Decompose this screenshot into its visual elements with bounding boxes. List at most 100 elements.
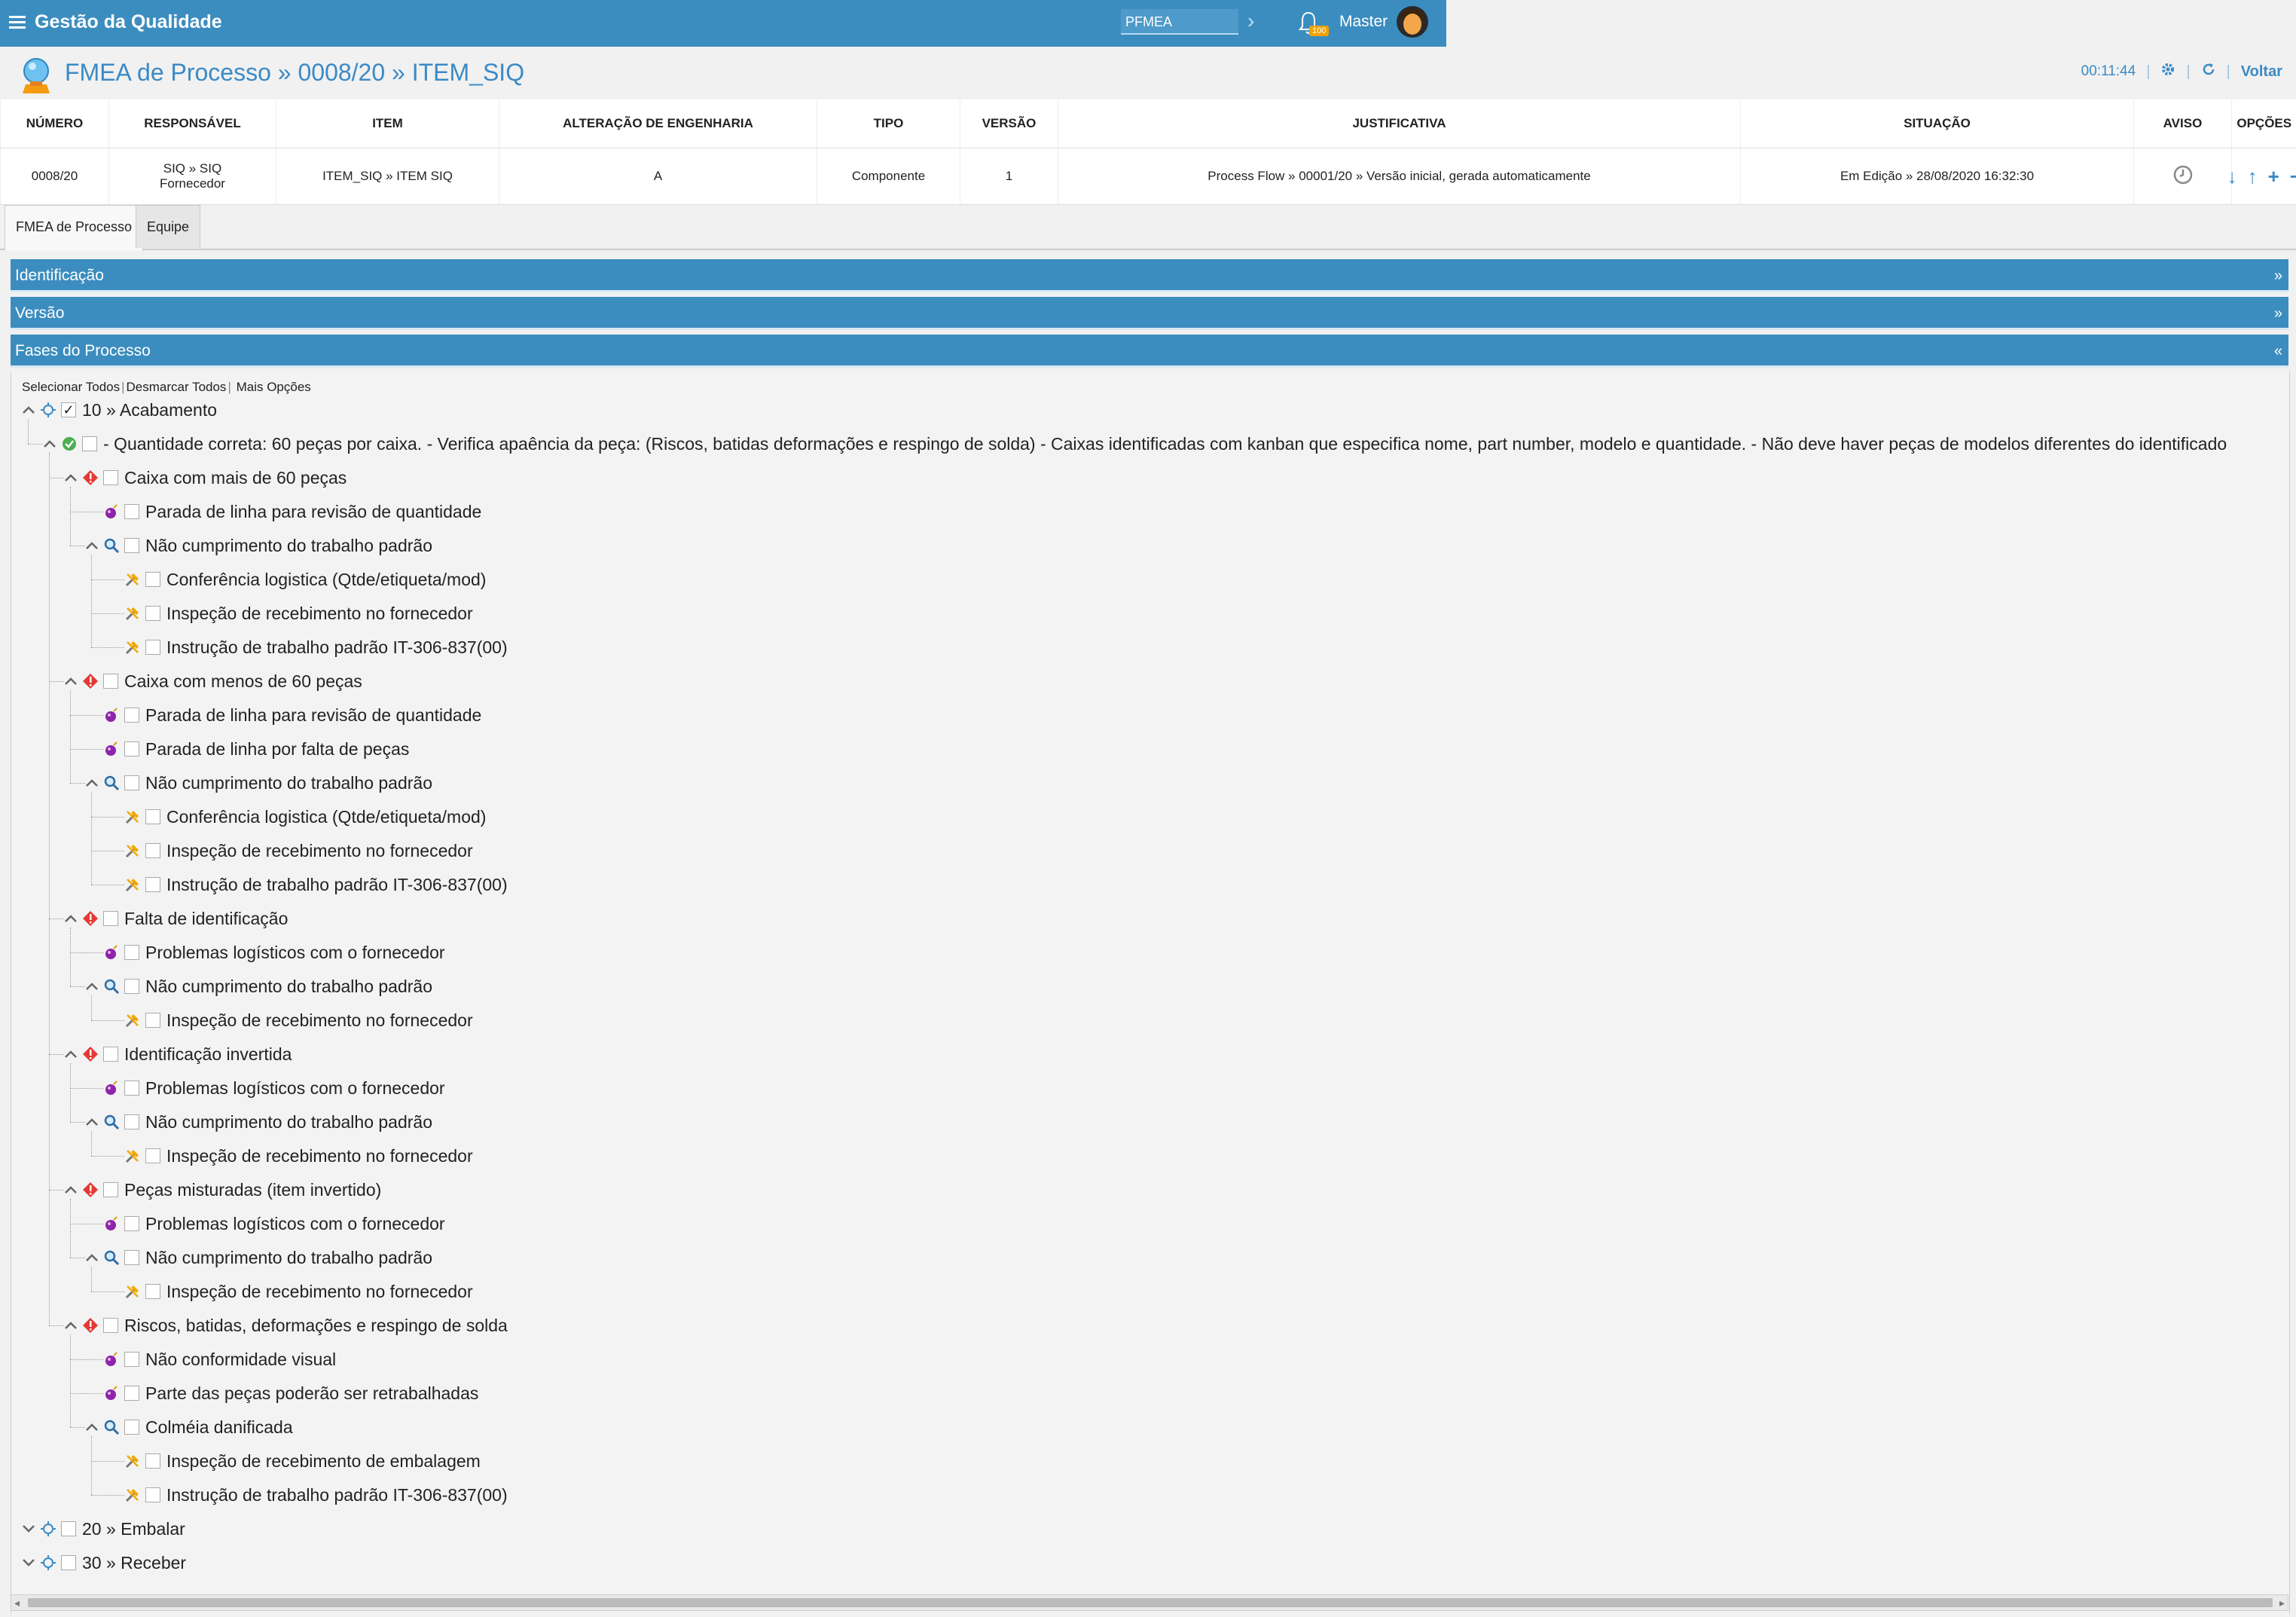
- tree-node-effect[interactable]: Parada de linha por falta de peças: [103, 732, 409, 766]
- tree-node-control[interactable]: Conferência logistica (Qtde/etiqueta/mod…: [124, 800, 486, 833]
- node-checkbox[interactable]: [103, 911, 118, 926]
- node-checkbox[interactable]: [124, 1114, 139, 1129]
- node-checkbox[interactable]: [103, 470, 118, 485]
- deselect-all-link[interactable]: Desmarcar Todos: [127, 380, 227, 394]
- panel-fases-header[interactable]: Fases do Processo «: [11, 335, 2288, 368]
- node-checkbox[interactable]: ✓: [61, 402, 76, 417]
- node-checkbox[interactable]: [145, 1013, 160, 1028]
- node-checkbox[interactable]: [145, 640, 160, 655]
- expand-toggle-icon[interactable]: [22, 1522, 35, 1536]
- tab-fmea-processo[interactable]: FMEA de Processo: [5, 205, 144, 251]
- tree-node-control[interactable]: Inspeção de recebimento no fornecedor: [124, 597, 473, 630]
- node-checkbox[interactable]: [124, 504, 139, 519]
- tree-node-failure[interactable]: Caixa com menos de 60 peças: [64, 665, 362, 698]
- scrollbar-thumb[interactable]: [28, 1598, 2273, 1607]
- back-link[interactable]: Voltar: [2241, 63, 2282, 81]
- node-checkbox[interactable]: [124, 1216, 139, 1231]
- collapse-toggle-icon[interactable]: [85, 980, 99, 993]
- module-input[interactable]: PFMEA: [1121, 9, 1238, 35]
- node-checkbox[interactable]: [124, 1386, 139, 1401]
- tree-node-cause[interactable]: Não cumprimento do trabalho padrão: [85, 970, 432, 1003]
- node-checkbox[interactable]: [145, 606, 160, 621]
- expand-chevron-icon[interactable]: »: [2274, 259, 2282, 292]
- module-go-chevron-icon[interactable]: ›: [1247, 9, 1254, 33]
- tree-node-phase[interactable]: 30 » Receber: [22, 1546, 186, 1579]
- node-checkbox[interactable]: [124, 538, 139, 553]
- arrow-up-icon[interactable]: ↑: [2248, 165, 2258, 188]
- avatar[interactable]: [1397, 6, 1428, 38]
- node-checkbox[interactable]: [145, 1487, 160, 1502]
- tree-node-effect[interactable]: Parada de linha para revisão de quantida…: [103, 698, 481, 732]
- tree-node-control[interactable]: Instrução de trabalho padrão IT-306-837(…: [124, 868, 508, 901]
- node-checkbox[interactable]: [145, 843, 160, 858]
- tree-node-cause[interactable]: Não cumprimento do trabalho padrão: [85, 1105, 432, 1139]
- collapse-toggle-icon[interactable]: [64, 471, 78, 484]
- collapse-toggle-icon[interactable]: [22, 403, 35, 417]
- node-checkbox[interactable]: [61, 1555, 76, 1570]
- collapse-toggle-icon[interactable]: [64, 1319, 78, 1332]
- clock-icon[interactable]: [2173, 165, 2193, 188]
- tree-node-effect[interactable]: Não conformidade visual: [103, 1343, 336, 1376]
- collapse-toggle-icon[interactable]: [85, 539, 99, 552]
- expand-toggle-icon[interactable]: [22, 1556, 35, 1570]
- tree-node-control[interactable]: Instrução de trabalho padrão IT-306-837(…: [124, 631, 508, 664]
- tree-node-control[interactable]: Conferência logistica (Qtde/etiqueta/mod…: [124, 563, 486, 596]
- select-all-link[interactable]: Selecionar Todos: [22, 380, 120, 394]
- collapse-toggle-icon[interactable]: [85, 1251, 99, 1264]
- node-checkbox[interactable]: [124, 775, 139, 790]
- collapse-toggle-icon[interactable]: [64, 1183, 78, 1197]
- settings-gear-icon[interactable]: [2160, 62, 2175, 81]
- node-checkbox[interactable]: [103, 1318, 118, 1333]
- tree-node-phase[interactable]: ✓ 10 » Acabamento: [22, 393, 217, 426]
- tree-node-control[interactable]: Inspeção de recebimento de embalagem: [124, 1444, 481, 1478]
- tree-node-phase[interactable]: 20 » Embalar: [22, 1512, 185, 1545]
- tree-node-failure[interactable]: Peças misturadas (item invertido): [64, 1173, 381, 1206]
- tree-node-cause[interactable]: Não cumprimento do trabalho padrão: [85, 766, 432, 799]
- node-checkbox[interactable]: [124, 1420, 139, 1435]
- tree-node-control[interactable]: Inspeção de recebimento no fornecedor: [124, 1004, 473, 1037]
- tree-node-cause[interactable]: Não cumprimento do trabalho padrão: [85, 529, 432, 562]
- panel-identificacao-header[interactable]: Identificação »: [11, 259, 2288, 292]
- collapse-toggle-icon[interactable]: [85, 776, 99, 790]
- tree-node-failure[interactable]: Falta de identificação: [64, 902, 288, 935]
- tree-node-requirement[interactable]: - Quantidade correta: 60 peças por caixa…: [43, 427, 2227, 460]
- minus-icon[interactable]: −: [2290, 165, 2296, 188]
- node-checkbox[interactable]: [103, 1182, 118, 1197]
- collapse-toggle-icon[interactable]: [64, 1047, 78, 1061]
- tree-node-control[interactable]: Inspeção de recebimento no fornecedor: [124, 1139, 473, 1172]
- horizontal-scrollbar[interactable]: ◂ ▸: [11, 1594, 2288, 1611]
- user-name[interactable]: Master: [1339, 13, 1388, 31]
- node-checkbox[interactable]: [124, 1250, 139, 1265]
- tree-node-control[interactable]: Inspeção de recebimento no fornecedor: [124, 834, 473, 867]
- node-checkbox[interactable]: [124, 945, 139, 960]
- scroll-left-arrow-icon[interactable]: ◂: [14, 1597, 20, 1609]
- collapse-chevron-icon[interactable]: «: [2274, 335, 2282, 368]
- node-checkbox[interactable]: [103, 674, 118, 689]
- tree-node-effect[interactable]: Problemas logísticos com o fornecedor: [103, 936, 445, 969]
- tree-node-effect[interactable]: Problemas logísticos com o fornecedor: [103, 1071, 445, 1105]
- node-checkbox[interactable]: [103, 1047, 118, 1062]
- node-checkbox[interactable]: [82, 436, 97, 451]
- collapse-toggle-icon[interactable]: [43, 437, 56, 451]
- hamburger-menu-icon[interactable]: [9, 14, 27, 32]
- plus-icon[interactable]: +: [2268, 165, 2279, 188]
- node-checkbox[interactable]: [124, 1352, 139, 1367]
- node-checkbox[interactable]: [145, 809, 160, 824]
- node-checkbox[interactable]: [145, 572, 160, 587]
- tree-node-failure[interactable]: Identificação invertida: [64, 1038, 292, 1071]
- tree-node-effect[interactable]: Problemas logísticos com o fornecedor: [103, 1207, 445, 1240]
- tab-equipe[interactable]: Equipe: [136, 205, 201, 248]
- collapse-toggle-icon[interactable]: [85, 1115, 99, 1129]
- node-checkbox[interactable]: [124, 979, 139, 994]
- collapse-toggle-icon[interactable]: [85, 1420, 99, 1434]
- collapse-toggle-icon[interactable]: [64, 674, 78, 688]
- node-checkbox[interactable]: [145, 1148, 160, 1163]
- tree-node-control[interactable]: Instrução de trabalho padrão IT-306-837(…: [124, 1478, 508, 1512]
- collapse-toggle-icon[interactable]: [64, 912, 78, 925]
- node-checkbox[interactable]: [145, 1284, 160, 1299]
- node-checkbox[interactable]: [61, 1521, 76, 1536]
- panel-versao-header[interactable]: Versão »: [11, 297, 2288, 330]
- tree-node-effect[interactable]: Parada de linha para revisão de quantida…: [103, 495, 481, 528]
- node-checkbox[interactable]: [145, 877, 160, 892]
- arrow-down-icon[interactable]: ↓: [2227, 165, 2237, 188]
